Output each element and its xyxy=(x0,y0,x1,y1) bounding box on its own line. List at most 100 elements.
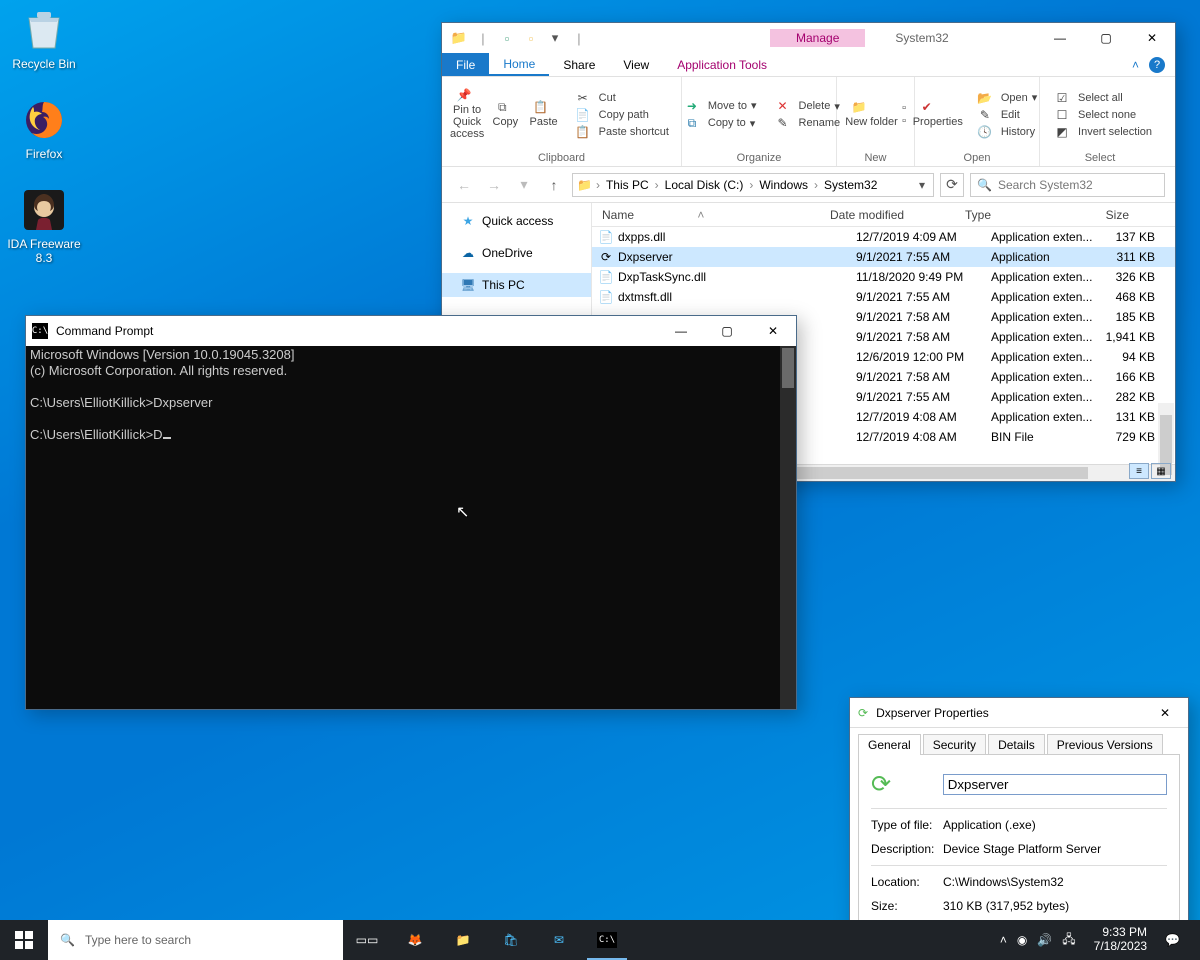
ribbon-tab-file[interactable]: File xyxy=(442,53,489,76)
start-button[interactable] xyxy=(0,920,48,960)
search-input[interactable]: 🔍 Search System32 xyxy=(970,173,1165,197)
desktop[interactable]: Recycle Bin Firefox IDA Freeware 8.3 📁 |… xyxy=(0,0,1200,960)
tab-details[interactable]: Details xyxy=(988,734,1045,755)
select-none-button[interactable]: ☐Select none xyxy=(1044,107,1156,123)
column-name[interactable]: Name ˄ xyxy=(592,208,830,222)
close-button[interactable]: ✕ xyxy=(750,316,796,346)
task-store[interactable]: 🛍 xyxy=(487,920,535,960)
new-item-icon[interactable]: ▫ xyxy=(902,102,906,114)
cmd-scrollbar[interactable] xyxy=(780,346,796,709)
qat-properties-icon[interactable]: ▫ xyxy=(496,27,518,49)
task-mail[interactable]: ✉ xyxy=(535,920,583,960)
props-titlebar[interactable]: ⟳ Dxpserver Properties ✕ xyxy=(850,698,1188,728)
obs-icon[interactable]: ◉ xyxy=(1017,933,1027,947)
file-size: 1,941 KB xyxy=(1101,330,1163,344)
manage-contextual-tab[interactable]: Manage xyxy=(770,29,865,47)
command-prompt-window[interactable]: C:\ Command Prompt — ▢ ✕ Microsoft Windo… xyxy=(25,315,797,710)
column-type[interactable]: Type xyxy=(965,208,1075,222)
task-cmd[interactable]: C:\ xyxy=(583,920,631,960)
task-view-button[interactable]: ▭▭ xyxy=(343,920,391,960)
tab-previous-versions[interactable]: Previous Versions xyxy=(1047,734,1163,755)
properties-window[interactable]: ⟳ Dxpserver Properties ✕ General Securit… xyxy=(849,697,1189,952)
select-all-button[interactable]: ☑Select all xyxy=(1044,90,1156,106)
refresh-button[interactable]: ⟳ xyxy=(940,173,964,197)
copy-path-button[interactable]: 📄Copy path xyxy=(565,107,673,123)
sort-indicator-icon: ˄ xyxy=(697,208,704,222)
paste-button[interactable]: 📋Paste xyxy=(526,101,560,128)
vertical-scrollbar[interactable] xyxy=(1158,403,1174,463)
tab-general[interactable]: General xyxy=(858,734,921,755)
ribbon-tab-home[interactable]: Home xyxy=(489,53,549,76)
explorer-titlebar[interactable]: 📁 | ▫ ▫ ▾ | Manage System32 — ▢ ✕ xyxy=(442,23,1175,53)
maximize-button[interactable]: ▢ xyxy=(1083,23,1129,53)
copy-button[interactable]: ⧉Copy xyxy=(488,101,522,128)
ribbon-collapse-icon[interactable]: ˄ xyxy=(1132,58,1139,72)
ribbon-tab-apptools[interactable]: Application Tools xyxy=(663,53,781,76)
action-center-icon[interactable]: 💬 xyxy=(1165,933,1180,947)
minimize-button[interactable]: — xyxy=(1037,23,1083,53)
copy-to-button[interactable]: ⧉Copy to ▾ xyxy=(674,115,761,132)
file-date: 9/1/2021 7:58 AM xyxy=(856,370,991,384)
view-large-button[interactable]: ▦ xyxy=(1151,463,1171,479)
file-type: Application exten... xyxy=(991,410,1101,424)
crumb-windows[interactable]: Windows xyxy=(757,178,810,192)
properties-button[interactable]: ✔Properties xyxy=(913,101,963,128)
open-button[interactable]: 📂Open ▾ xyxy=(967,90,1041,106)
address-bar[interactable]: 📁› This PC› Local Disk (C:)› Windows› Sy… xyxy=(572,173,934,197)
minimize-button[interactable]: — xyxy=(658,316,704,346)
close-button[interactable]: ✕ xyxy=(1142,698,1188,728)
address-dropdown-icon[interactable]: ▾ xyxy=(915,178,929,192)
crumb-c[interactable]: Local Disk (C:) xyxy=(663,178,746,192)
rename-button[interactable]: ✎Rename xyxy=(765,115,845,131)
file-row[interactable]: ⟳Dxpserver9/1/2021 7:55 AMApplication311… xyxy=(592,247,1175,267)
crumb-system32[interactable]: System32 xyxy=(822,178,879,192)
qat-dropdown-icon[interactable]: ▾ xyxy=(544,27,566,49)
new-folder-button[interactable]: 📁New folder xyxy=(845,101,898,128)
ribbon-tab-share[interactable]: Share xyxy=(549,53,609,76)
file-row[interactable]: 📄dxtmsft.dll9/1/2021 7:55 AMApplication … xyxy=(592,287,1175,307)
paste-shortcut-button[interactable]: 📋Paste shortcut xyxy=(565,124,673,140)
tray-overflow-icon[interactable]: ˄ xyxy=(1000,933,1007,947)
filename-field[interactable] xyxy=(943,774,1167,795)
tab-security[interactable]: Security xyxy=(923,734,986,755)
nav-up-button[interactable]: ↑ xyxy=(542,173,566,197)
crumb-thispc[interactable]: This PC xyxy=(604,178,651,192)
task-firefox[interactable]: 🦊 xyxy=(391,920,439,960)
nav-this-pc[interactable]: 🖥This PC xyxy=(442,273,591,297)
volume-icon[interactable]: 🔊 xyxy=(1037,933,1052,947)
tray-clock[interactable]: 9:33 PM 7/18/2023 xyxy=(1086,926,1155,954)
cmd-titlebar[interactable]: C:\ Command Prompt — ▢ ✕ xyxy=(26,316,796,346)
history-button[interactable]: 🕓History xyxy=(967,124,1041,140)
desktop-icon-ida[interactable]: IDA Freeware 8.3 xyxy=(6,186,82,266)
column-size[interactable]: Size xyxy=(1075,208,1137,222)
easy-access-icon[interactable]: ▫ xyxy=(902,115,906,127)
task-explorer[interactable]: 📁 xyxy=(439,920,487,960)
pin-quick-access-button[interactable]: 📌Pin to Quick access xyxy=(450,89,484,140)
close-button[interactable]: ✕ xyxy=(1129,23,1175,53)
taskbar-search[interactable]: 🔍 Type here to search xyxy=(48,920,343,960)
network-icon[interactable]: 🖧 xyxy=(1062,930,1075,951)
nav-forward-button[interactable]: → xyxy=(482,173,506,197)
nav-quick-access[interactable]: ★Quick access xyxy=(442,209,591,233)
cut-button[interactable]: ✂Cut xyxy=(565,90,673,106)
view-details-button[interactable]: ≡ xyxy=(1129,463,1149,479)
invert-selection-button[interactable]: ◩Invert selection xyxy=(1044,124,1156,140)
column-date[interactable]: Date modified xyxy=(830,208,965,222)
ribbon-tab-view[interactable]: View xyxy=(609,53,663,76)
help-icon[interactable]: ? xyxy=(1149,57,1165,73)
nav-onedrive[interactable]: ☁OneDrive xyxy=(442,241,591,265)
maximize-button[interactable]: ▢ xyxy=(704,316,750,346)
terminal-output[interactable]: Microsoft Windows [Version 10.0.19045.32… xyxy=(26,346,796,709)
file-row[interactable]: 📄dxpps.dll12/7/2019 4:09 AMApplication e… xyxy=(592,227,1175,247)
file-row[interactable]: 📄DxpTaskSync.dll11/18/2020 9:49 PMApplic… xyxy=(592,267,1175,287)
move-to-button[interactable]: ➜Move to ▾ xyxy=(674,98,761,114)
qat-newfolder-icon[interactable]: ▫ xyxy=(520,27,542,49)
nav-back-button[interactable]: ← xyxy=(452,173,476,197)
edit-button[interactable]: ✎Edit xyxy=(967,107,1041,123)
file-date: 12/7/2019 4:08 AM xyxy=(856,430,991,444)
desktop-icon-recycle-bin[interactable]: Recycle Bin xyxy=(6,6,82,72)
nav-recent-button[interactable]: ▾ xyxy=(512,173,536,197)
delete-button[interactable]: ✕Delete ▾ xyxy=(765,98,845,114)
taskbar[interactable]: 🔍 Type here to search ▭▭ 🦊 📁 🛍 ✉ C:\ ˄ ◉… xyxy=(0,920,1200,960)
desktop-icon-firefox[interactable]: Firefox xyxy=(6,96,82,162)
